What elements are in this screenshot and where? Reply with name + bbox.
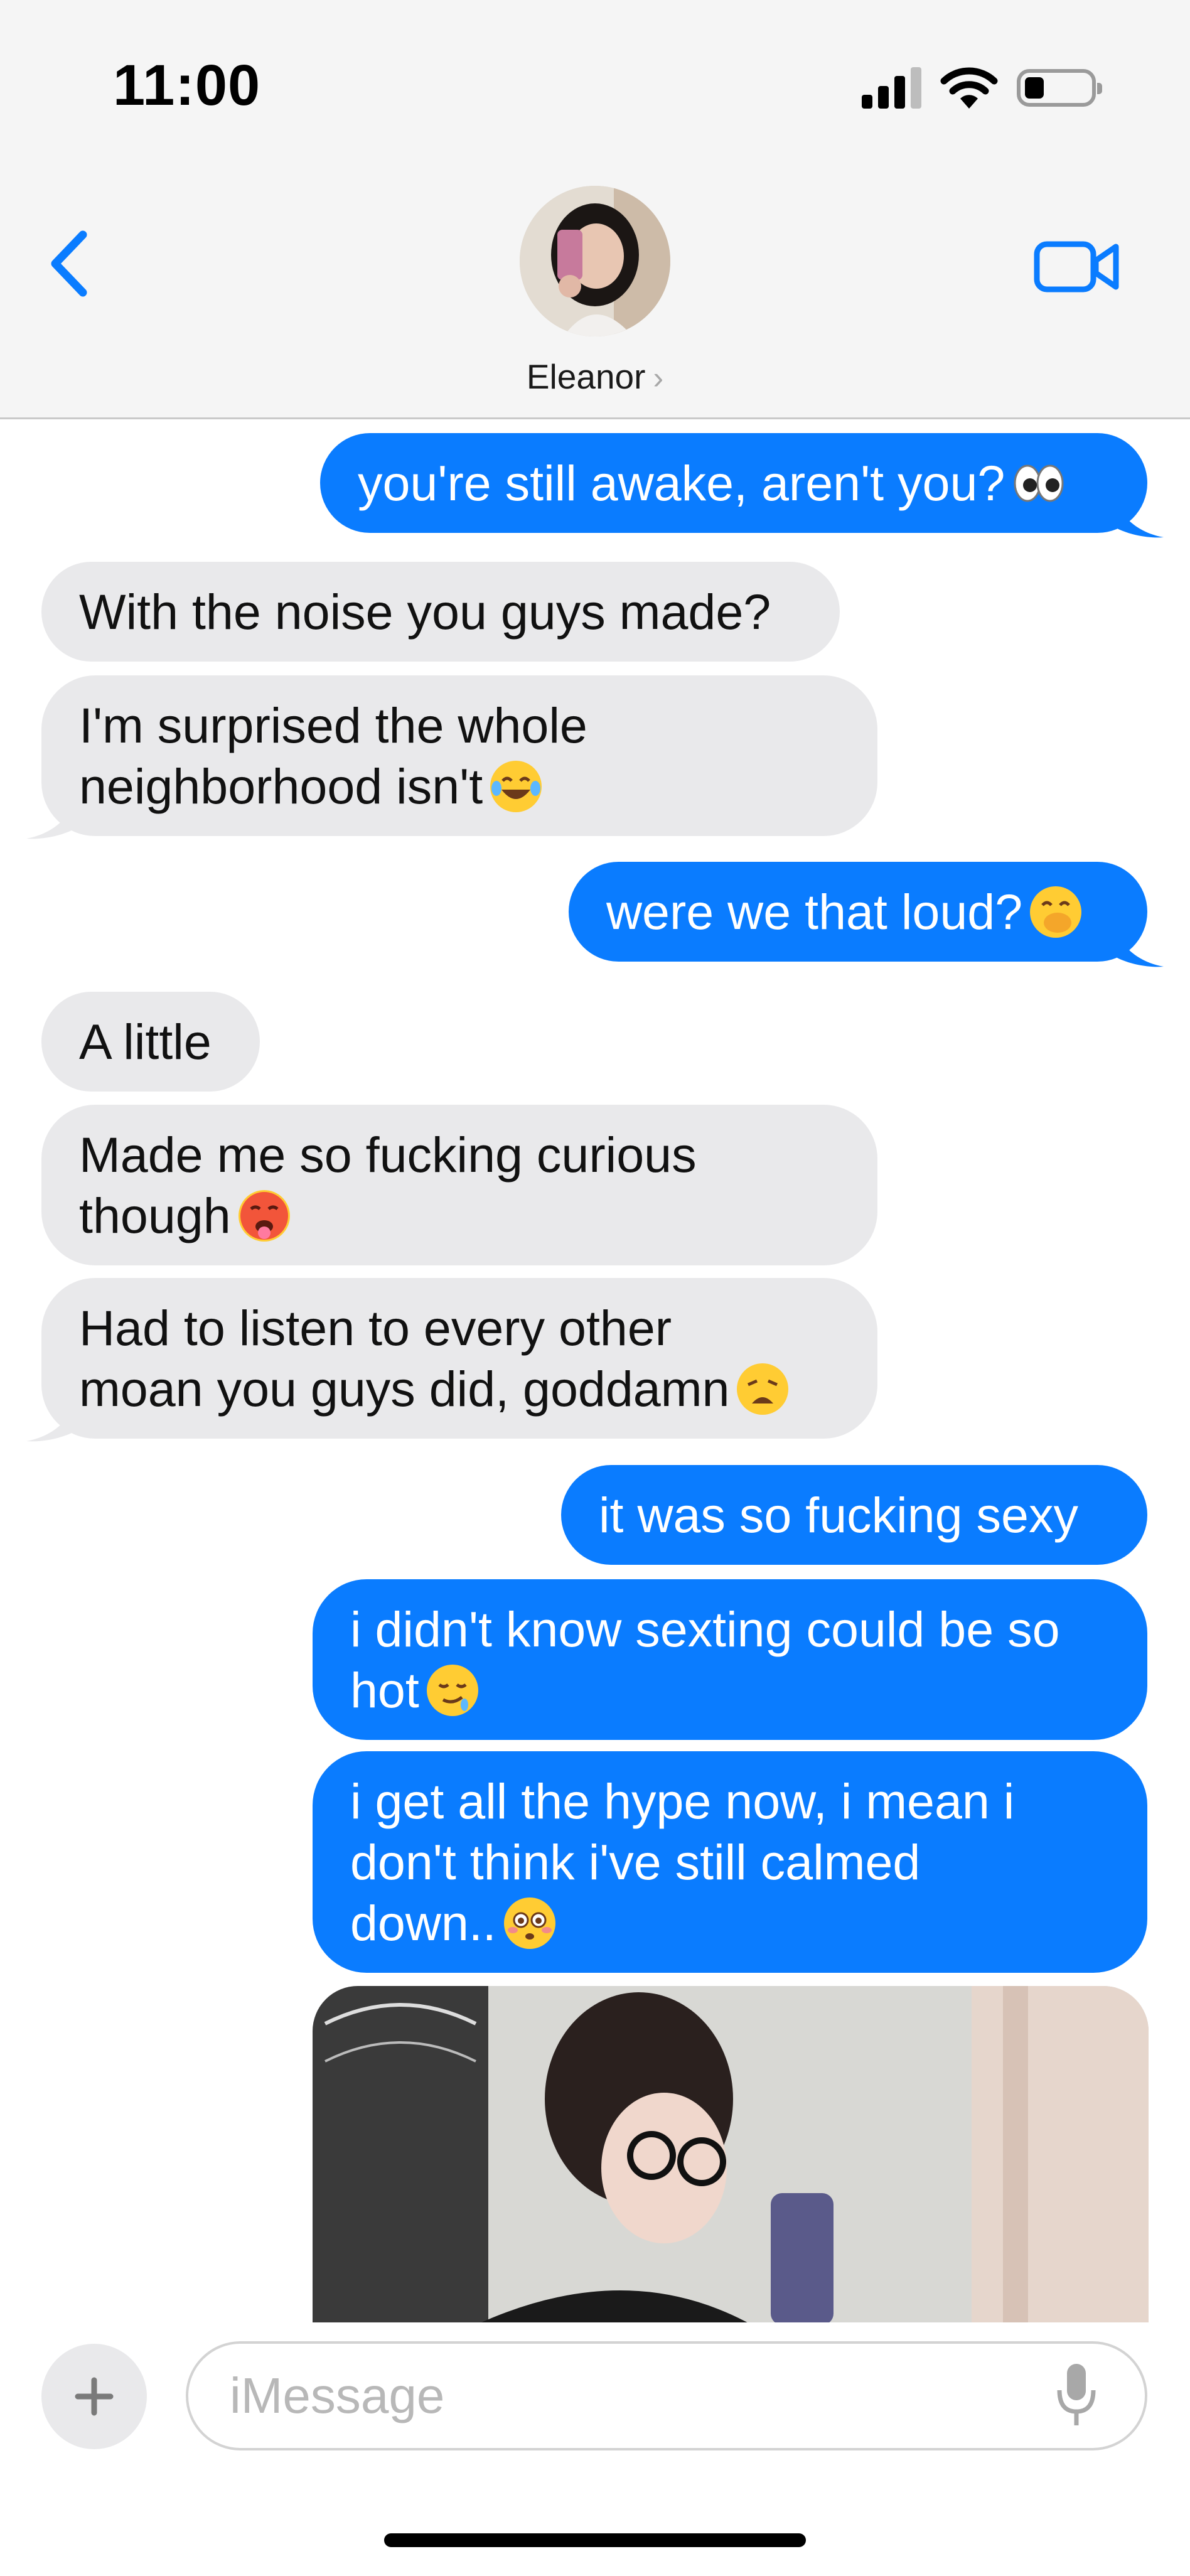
bubble-tail — [1117, 502, 1164, 538]
back-chevron-icon[interactable] — [44, 226, 100, 301]
plus-icon — [75, 2377, 114, 2416]
drooling-face-emoji-icon — [426, 1665, 478, 1716]
message-text: Made me so fucking curious — [79, 1127, 697, 1183]
tears-of-joy-emoji-icon — [490, 761, 542, 812]
message-text: i get all the hype now, i mean i — [350, 1773, 1015, 1829]
outgoing-message[interactable]: i get all the hype now, i mean i don't t… — [313, 1751, 1147, 1973]
home-indicator[interactable] — [384, 2533, 806, 2547]
message-text: though — [79, 1188, 231, 1243]
chevron-right-icon: › — [653, 360, 664, 395]
incoming-message[interactable]: I'm surprised the whole neighborhood isn… — [41, 675, 877, 836]
messages-screen: 11:00 Eleanor › you're still awake, aren… — [0, 0, 1190, 2576]
status-icons — [862, 63, 1102, 113]
incoming-message[interactable]: With the noise you guys made? — [41, 562, 840, 662]
hand-over-mouth-emoji-icon — [1030, 886, 1082, 938]
message-text: hot — [350, 1662, 419, 1718]
bubble-tail — [26, 1406, 73, 1442]
photo-image — [313, 1986, 1149, 2325]
incoming-message[interactable]: A little — [41, 992, 260, 1092]
cellular-signal-icon — [862, 67, 921, 109]
bubble-tail — [1117, 931, 1164, 967]
message-text: neighborhood isn't — [79, 758, 483, 814]
outgoing-message[interactable]: you're still awake, aren't you? — [320, 433, 1147, 533]
message-text: were we that loud? — [606, 884, 1023, 940]
message-text: Had to listen to every other — [79, 1300, 672, 1356]
message-text: A little — [79, 1014, 212, 1070]
photo-attachment[interactable] — [313, 1986, 1149, 2325]
conversation-header: 11:00 Eleanor › — [0, 0, 1190, 419]
flushed-face-emoji-icon — [503, 1897, 555, 1949]
battery-icon — [1017, 69, 1102, 107]
eyes-emoji-icon — [1012, 458, 1064, 509]
contact-avatar[interactable] — [520, 186, 670, 336]
bubble-tail — [26, 803, 73, 839]
message-text: i didn't know sexting could be so — [350, 1601, 1060, 1657]
imessage-input[interactable] — [186, 2341, 1147, 2450]
contact-name: Eleanor — [526, 357, 646, 396]
message-text: you're still awake, aren't you? — [358, 455, 1005, 511]
message-text: it was so fucking sexy — [599, 1487, 1078, 1543]
message-text: With the noise you guys made? — [79, 584, 771, 640]
apps-plus-button[interactable] — [41, 2344, 147, 2449]
message-text: down.. — [350, 1895, 496, 1951]
hot-face-emoji-icon — [238, 1190, 290, 1242]
contact-name-button[interactable]: Eleanor › — [0, 357, 1190, 397]
message-text: I'm surprised the whole — [79, 697, 587, 753]
wifi-icon — [940, 67, 998, 109]
message-text: moan you guys did, goddamn — [79, 1361, 730, 1417]
outgoing-message[interactable]: i didn't know sexting could be so hot — [313, 1579, 1147, 1740]
message-text: don't think i've still calmed — [350, 1834, 921, 1890]
status-time: 11:00 — [113, 53, 261, 117]
outgoing-message[interactable]: were we that loud? — [569, 862, 1147, 962]
incoming-message[interactable]: Made me so fucking curious though — [41, 1105, 877, 1265]
outgoing-message[interactable]: it was so fucking sexy — [561, 1465, 1147, 1565]
weary-face-emoji-icon — [737, 1363, 789, 1415]
microphone-icon[interactable] — [1054, 2360, 1098, 2429]
incoming-message[interactable]: Had to listen to every other moan you gu… — [41, 1278, 877, 1439]
facetime-video-icon[interactable] — [1033, 235, 1121, 298]
